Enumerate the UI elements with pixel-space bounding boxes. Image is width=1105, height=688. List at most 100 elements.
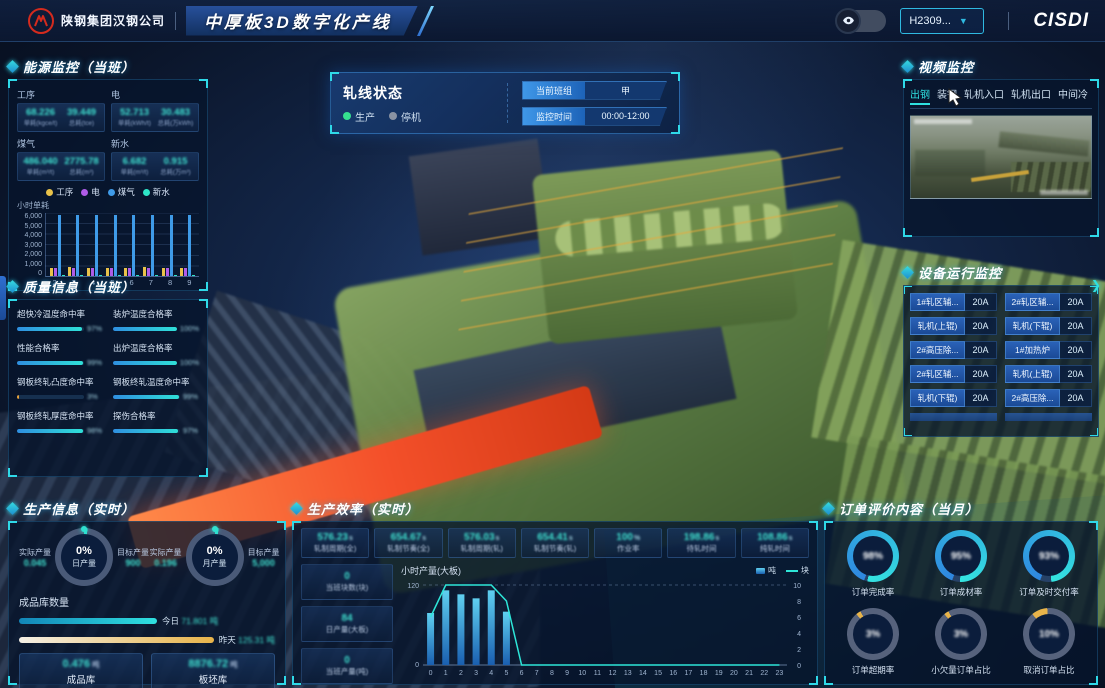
corner-bracket bbox=[809, 676, 818, 685]
hourly-chart-legend: 吨块 bbox=[756, 565, 809, 576]
panel-collapse-handle-left[interactable] bbox=[0, 276, 6, 320]
heat-number-select[interactable]: H2309... ▼ bbox=[900, 8, 984, 34]
donut-label: 取消订单占比 bbox=[1023, 664, 1075, 676]
progress-value: 100% bbox=[180, 324, 199, 333]
inventory-bar bbox=[19, 637, 214, 643]
equipment-panel-title: 设备运行监控 bbox=[903, 262, 1099, 282]
corner-bracket bbox=[1089, 521, 1098, 530]
corner-bracket bbox=[1090, 79, 1099, 88]
visibility-toggle[interactable] bbox=[836, 10, 886, 32]
energy-group-values: 6.682单耗(m³/t)0.915总耗(万m³) bbox=[111, 152, 199, 181]
order-donut: 3% bbox=[935, 608, 987, 660]
progress-fill bbox=[17, 429, 83, 433]
storage-boxes: 0.476吨成品库8876.72吨板坯库 bbox=[19, 653, 275, 688]
inventory-value: 71.801 吨 bbox=[181, 616, 218, 626]
efficiency-card-label: 待轧时间 bbox=[669, 543, 733, 554]
legend-label: 电 bbox=[91, 186, 100, 198]
header-divider-2 bbox=[1008, 12, 1009, 30]
inventory-row: 昨天 125.31 吨 bbox=[19, 634, 275, 646]
y-tick: 5,000 bbox=[24, 223, 42, 230]
video-tab-轧机出口[interactable]: 轧机出口 bbox=[1011, 86, 1051, 104]
bar bbox=[54, 268, 57, 276]
progress-value: 97% bbox=[183, 426, 199, 435]
line-status-body: 轧线状态 生产停机 当前班组甲监控时间00:00-12:00 bbox=[330, 72, 680, 134]
inventory-text: 昨天 125.31 吨 bbox=[219, 634, 275, 646]
line-status-left: 轧线状态 生产停机 bbox=[343, 83, 493, 124]
hourly-chart-label: 小时产量(大板) bbox=[401, 564, 461, 577]
chart-legend-item: 块 bbox=[786, 565, 809, 576]
quality-list: 超快冷温度命中率97%装炉温度合格率100%性能合格率99%出炉温度合格率100… bbox=[17, 308, 199, 435]
gauge-actual-label: 实际产量 bbox=[150, 547, 182, 558]
diamond-icon bbox=[822, 502, 835, 515]
company-name: 陕钢集团汉钢公司 bbox=[61, 12, 165, 29]
video-tab-出钢[interactable]: 出钢 bbox=[910, 86, 930, 104]
dashboard-root: 陕钢集团汉钢公司 中厚板3D数字化产线 H2309... ▼ CISDI 能源监… bbox=[0, 0, 1105, 688]
line-status-legend: 生产 停机 bbox=[343, 109, 493, 124]
quality-item-label: 装炉温度合格率 bbox=[113, 308, 199, 320]
hourly-output-chart: 小时产量(大板) 吨块 1200108642001234567891011121… bbox=[401, 564, 809, 684]
quality-item: 钢板终轧厚度命中率98% bbox=[17, 410, 103, 435]
efficiency-card-label: 轧制节奏(全) bbox=[376, 543, 440, 554]
corner-bracket bbox=[671, 125, 680, 134]
progress-value: 97% bbox=[87, 324, 103, 333]
orders-panel-title: 订单评价内容（当月） bbox=[824, 498, 1098, 518]
panel-expand-handle-right[interactable]: ❯ bbox=[1091, 278, 1101, 292]
energy-panel-title-text: 能源监控（当班） bbox=[23, 57, 135, 76]
order-donut: 10% bbox=[1023, 608, 1075, 660]
y-tick: 2,000 bbox=[24, 251, 42, 258]
progress-track bbox=[17, 327, 84, 331]
cisdi-logo: CISDI bbox=[1033, 10, 1089, 32]
legend-label: 块 bbox=[801, 565, 809, 576]
page-title-plate: 中厚板3D数字化产线 bbox=[186, 6, 418, 36]
video-tab-中间冷[interactable]: 中间冷 bbox=[1058, 86, 1088, 104]
energy-chart-plot bbox=[45, 213, 199, 277]
inventory-value: 125.31 吨 bbox=[238, 635, 275, 645]
bar bbox=[170, 215, 173, 276]
line-status-panel: 轧线状态 生产停机 当前班组甲监控时间00:00-12:00 bbox=[330, 72, 680, 134]
order-donut: 95% bbox=[935, 530, 987, 582]
y-tick: 4,000 bbox=[24, 232, 42, 239]
equipment-item: 轧机(下辊)20A bbox=[910, 389, 997, 407]
quality-item: 装炉温度合格率 100% bbox=[113, 308, 199, 333]
energy-metric: 39.449总耗(tce) bbox=[61, 107, 102, 128]
corner-bracket bbox=[903, 428, 912, 437]
bar-group bbox=[68, 213, 83, 276]
metric-unit: 总耗(万m³) bbox=[157, 168, 194, 177]
quality-item: 超快冷温度命中率97% bbox=[17, 308, 103, 333]
energy-group-values: 486.040单耗(m³/t)2775.78总耗(m³) bbox=[17, 152, 105, 181]
efficiency-card-label: 轧制节奏(轧) bbox=[523, 543, 587, 554]
energy-panel-body: 工序68.226单耗(kgce/t)39.449总耗(tce)电52.713单耗… bbox=[8, 79, 208, 291]
video-feed[interactable] bbox=[910, 115, 1092, 199]
metric-unit: 总耗(万kWh) bbox=[157, 119, 194, 128]
equipment-value: 20A bbox=[965, 389, 997, 407]
production-gauge-block: 实际产量0.0450%日产量目标产量900 bbox=[19, 528, 144, 586]
bar bbox=[110, 268, 113, 276]
video-tab-轧机入口[interactable]: 轧机入口 bbox=[964, 86, 1004, 104]
donut-percent: 3% bbox=[935, 608, 987, 660]
status-label: 生产 bbox=[355, 109, 375, 124]
badge-value: 甲 bbox=[585, 82, 666, 99]
hourly-chart-svg: 1200108642001234567891011121314151617181… bbox=[401, 577, 809, 679]
corner-bracket bbox=[903, 228, 912, 237]
progress-track bbox=[17, 361, 84, 365]
svg-text:10: 10 bbox=[793, 583, 801, 590]
svg-text:22: 22 bbox=[760, 670, 768, 677]
gauge-target-value: 5,000 bbox=[248, 558, 280, 568]
progress-fill bbox=[113, 429, 178, 433]
svg-text:23: 23 bbox=[776, 670, 784, 677]
bar bbox=[95, 215, 98, 276]
svg-text:120: 120 bbox=[407, 583, 419, 590]
quality-item: 钢板终轧温度命中率99% bbox=[113, 376, 199, 401]
equipment-value: 20A bbox=[965, 293, 997, 311]
side-box-value: 0 bbox=[302, 655, 392, 666]
legend-label: 新水 bbox=[153, 186, 170, 198]
diamond-icon bbox=[290, 502, 303, 515]
eye-icon bbox=[835, 8, 861, 34]
progress-fill bbox=[113, 327, 177, 331]
chart-legend-item: 吨 bbox=[756, 565, 776, 576]
order-donut-cell: 93%订单及时交付率 bbox=[1019, 530, 1079, 598]
energy-group-name: 工序 bbox=[17, 88, 105, 101]
donut-percent: 93% bbox=[1023, 530, 1075, 582]
status-label: 停机 bbox=[401, 109, 421, 124]
y-tick: 3,000 bbox=[24, 242, 42, 249]
